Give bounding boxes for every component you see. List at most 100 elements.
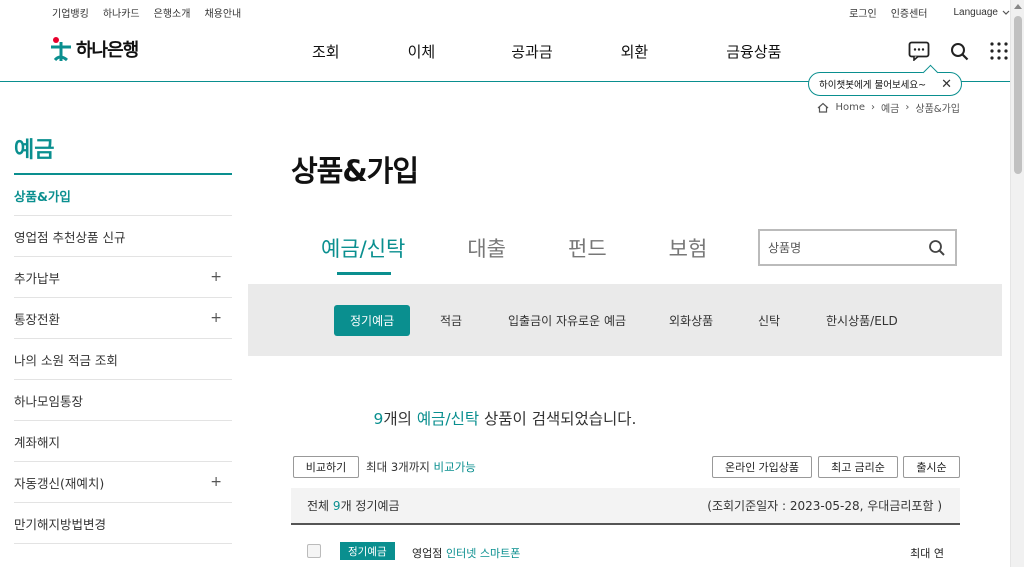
logo-text: 하나은행 — [76, 40, 139, 61]
product-badge: 정기예금 — [340, 542, 395, 560]
sidebar-item-label: 만기해지방법변경 — [14, 516, 107, 532]
nav-financial-products[interactable]: 금융상품 — [726, 41, 781, 62]
subtab-trust[interactable]: 신탁 — [742, 305, 796, 336]
sort-highest-rate-button[interactable]: 최고 금리순 — [818, 456, 898, 478]
compare-checkbox[interactable] — [307, 544, 321, 558]
list-header: 전체 9개 정기예금 (조회기준일자 : 2023-05-28, 우대금리포함 … — [291, 488, 960, 525]
scroll-thumb[interactable] — [1014, 16, 1022, 174]
compare-note-prefix: 최대 3개까지 — [366, 460, 430, 474]
list-date-note: (조회기준일자 : 2023-05-28, 우대금리포함 ) — [707, 499, 942, 513]
util-link-corporate[interactable]: 기업뱅킹 — [52, 5, 89, 20]
list-total: 전체 9개 정기예금 — [307, 497, 400, 514]
util-link-card[interactable]: 하나카드 — [103, 5, 140, 20]
chevron-right-icon: › — [870, 102, 875, 113]
channel-list: 인터넷 스마트폰 — [446, 547, 521, 560]
utility-bar: 기업뱅킹 하나카드 은행소개 채용안내 로그인 인증센터 Language — [0, 0, 1010, 22]
list-total-count: 9 — [332, 499, 341, 513]
global-nav: 조회 이체 공과금 외환 금융상품 — [312, 41, 849, 62]
subtab-time-deposit[interactable]: 정기예금 — [334, 305, 411, 336]
close-icon[interactable]: ✕ — [941, 77, 952, 92]
search-placeholder: 상품명 — [768, 241, 802, 255]
channel-label: 영업점 — [412, 547, 443, 560]
page-title: 상품&가입 — [291, 154, 419, 188]
list-total-suffix: 개 정기예금 — [340, 499, 400, 513]
login-link[interactable]: 로그인 — [849, 5, 877, 20]
nav-utility-bills[interactable]: 공과금 — [511, 41, 552, 62]
utility-right: 로그인 인증센터 Language — [849, 5, 1010, 20]
product-tabs: 예금/신탁 대출 펀드 보험 — [321, 233, 769, 275]
compare-button[interactable]: 비교하기 — [293, 456, 359, 478]
sidebar-item-label: 추가납부 — [14, 270, 61, 286]
search-icon[interactable] — [928, 239, 946, 257]
home-icon — [818, 102, 829, 113]
tab-deposit-trust[interactable]: 예금/신탁 — [321, 233, 405, 275]
chatbot-tooltip[interactable]: 하이챗봇에게 물어보세요~ ✕ — [808, 72, 962, 96]
plus-icon[interactable]: + — [210, 269, 222, 285]
plus-icon[interactable]: + — [210, 474, 222, 490]
util-link-about[interactable]: 은행소개 — [154, 5, 191, 20]
breadcrumb-home[interactable]: Home — [835, 102, 865, 113]
list-total-prefix: 전체 — [307, 499, 330, 513]
sidebar-item-additional-payment[interactable]: 추가납부 + — [14, 257, 232, 298]
compare-note: 최대 3개까지 비교가능 — [366, 459, 476, 475]
nav-foreign-exchange[interactable]: 외환 — [621, 41, 649, 62]
chatbot-button[interactable] — [908, 40, 930, 62]
sidebar-item-auto-renew[interactable]: 자동갱신(재예치) + — [14, 462, 232, 503]
sidebar-item-label: 상품&가입 — [14, 188, 71, 204]
sidebar-item-passbook-conversion[interactable]: 통장전환 + — [14, 298, 232, 339]
tab-loan[interactable]: 대출 — [467, 233, 506, 263]
nav-transfer[interactable]: 이체 — [408, 41, 436, 62]
header-icons — [908, 40, 1010, 62]
search-result-summary: 9개의 예금/신탁 상품이 검색되었습니다. — [0, 407, 1010, 429]
subtab-savings[interactable]: 적금 — [424, 305, 478, 336]
plus-icon[interactable]: + — [210, 310, 222, 326]
max-rate-label: 최대 연 — [910, 547, 944, 560]
sidebar-item-label: 계좌해지 — [14, 434, 61, 450]
cert-center-link[interactable]: 인증센터 — [891, 5, 928, 20]
hana-logo-icon — [51, 37, 71, 62]
language-selector[interactable]: Language — [954, 7, 1011, 18]
sidebar-item-label: 영업점 추천상품 신규 — [14, 229, 126, 245]
util-link-careers[interactable]: 채용안내 — [204, 5, 241, 20]
breadcrumb-deposit[interactable]: 예금 — [881, 100, 899, 115]
sidebar-item-maturity-method[interactable]: 만기해지방법변경 — [14, 503, 232, 544]
sidebar-item-branch-recommend[interactable]: 영업점 추천상품 신규 — [14, 216, 232, 257]
sidebar-item-label: 통장전환 — [14, 311, 61, 327]
compare-note-suffix: 비교가능 — [433, 460, 476, 474]
scroll-up-icon[interactable] — [1014, 4, 1022, 9]
search-icon — [950, 42, 968, 60]
tab-fund[interactable]: 펀드 — [568, 233, 607, 263]
sidebar-item-wish-savings[interactable]: 나의 소원 적금 조회 — [14, 339, 232, 380]
subtab-bar: 정기예금 적금 입출금이 자유로운 예금 외화상품 신탁 한시상품/ELD — [248, 284, 1002, 356]
page-scrollbar[interactable] — [1010, 0, 1024, 567]
sort-release-button[interactable]: 출시순 — [903, 456, 960, 478]
subtab-demand-deposit[interactable]: 입출금이 자유로운 예금 — [492, 305, 642, 336]
sidebar-item-product-join[interactable]: 상품&가입 — [14, 175, 232, 216]
chat-icon — [908, 41, 930, 61]
nav-inquiry[interactable]: 조회 — [312, 41, 340, 62]
language-label: Language — [953, 7, 999, 18]
tab-insurance[interactable]: 보험 — [669, 233, 708, 263]
breadcrumb-current: 상품&가입 — [915, 104, 960, 115]
sort-online-button[interactable]: 온라인 가입상품 — [712, 456, 812, 478]
subtab-foreign-currency[interactable]: 외화상품 — [653, 305, 729, 336]
list-item: 정기예금 영업점 인터넷 스마트폰 최대 연 — [291, 540, 960, 567]
chatbot-tooltip-text: 하이챗봇에게 물어보세요~ — [819, 80, 927, 91]
chevron-right-icon: › — [905, 102, 910, 113]
breadcrumb: Home › 예금 › 상품&가입 — [817, 100, 960, 115]
grid-menu-icon — [990, 42, 1008, 60]
all-menu-button[interactable] — [988, 40, 1010, 62]
logo[interactable]: 하나은행 — [50, 36, 139, 62]
product-search-input[interactable]: 상품명 — [758, 229, 957, 266]
sidebar-title: 예금 — [14, 132, 232, 175]
result-category: 예금/신탁 — [416, 410, 480, 428]
result-suffix: 상품이 검색되었습니다. — [484, 410, 637, 428]
sidebar-item-label: 자동갱신(재예치) — [14, 475, 105, 491]
subtab-limited-eld[interactable]: 한시상품/ELD — [810, 305, 914, 336]
search-button[interactable] — [948, 40, 970, 62]
result-count-suffix: 개의 — [383, 410, 412, 428]
sidebar: 예금 상품&가입 영업점 추천상품 신규 추가납부 + 통장전환 + 나의 소원 적… — [14, 132, 232, 544]
result-count: 9 — [373, 410, 384, 428]
sidebar-item-label: 나의 소원 적금 조회 — [14, 352, 118, 368]
chevron-down-icon — [1002, 10, 1010, 15]
